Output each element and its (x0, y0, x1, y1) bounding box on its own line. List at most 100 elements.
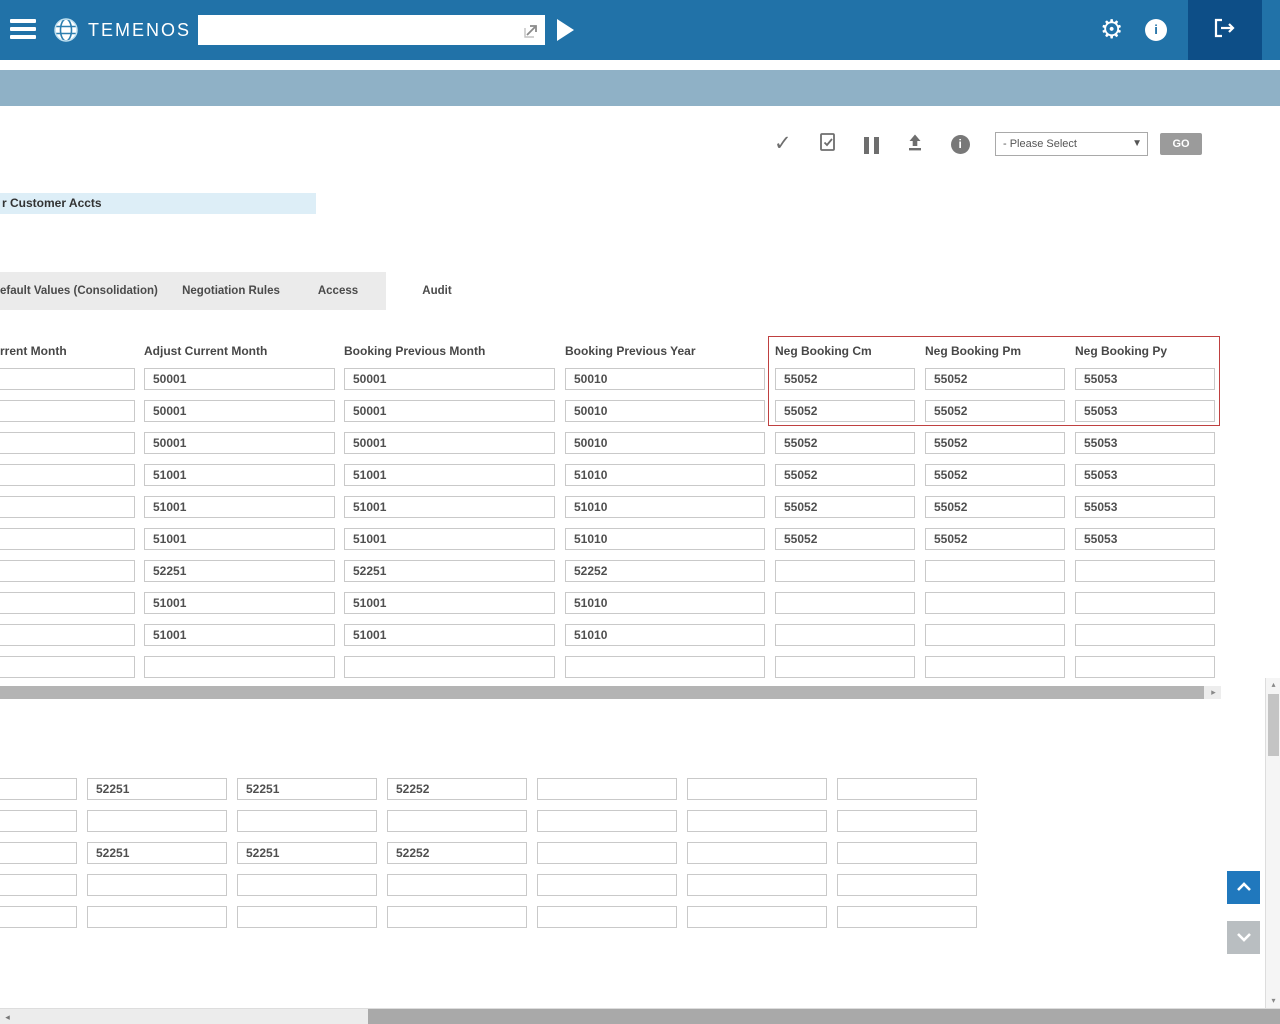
grid1-cell-r7-c1[interactable] (144, 560, 335, 582)
grid1-cell-r6-c1[interactable] (144, 528, 335, 550)
grid2-cell-r4-c3[interactable] (387, 874, 527, 896)
grid2-cell-r1-c6[interactable] (837, 778, 977, 800)
grid1-cell-r1-c0[interactable] (0, 368, 135, 390)
grid1-cell-r6-c5[interactable] (925, 528, 1065, 550)
grid1-cell-r5-c6[interactable] (1075, 496, 1215, 518)
grid1-cell-r8-c6[interactable] (1075, 592, 1215, 614)
grid1-cell-r7-c3[interactable] (565, 560, 765, 582)
grid1-cell-r3-c1[interactable] (144, 432, 335, 454)
upload-icon[interactable] (905, 132, 925, 157)
grid1-cell-r6-c2[interactable] (344, 528, 555, 550)
grid1-cell-r9-c6[interactable] (1075, 624, 1215, 646)
grid1-cell-r3-c6[interactable] (1075, 432, 1215, 454)
grid1-cell-r1-c1[interactable] (144, 368, 335, 390)
tab-audit[interactable]: Audit (386, 272, 488, 310)
grid1-cell-r2-c1[interactable] (144, 400, 335, 422)
scroll-up-icon[interactable]: ▴ (1266, 678, 1280, 692)
grid1-cell-r9-c1[interactable] (144, 624, 335, 646)
grid2-cell-r5-c4[interactable] (537, 906, 677, 928)
grid1-cell-r5-c2[interactable] (344, 496, 555, 518)
grid1-cell-r5-c5[interactable] (925, 496, 1065, 518)
grid2-cell-r1-c2[interactable] (237, 778, 377, 800)
grid1-cell-r3-c4[interactable] (775, 432, 915, 454)
grid1-cell-r10-c6[interactable] (1075, 656, 1215, 678)
grid1-cell-r9-c0[interactable] (0, 624, 135, 646)
grid1-hscroll-thumb[interactable] (0, 686, 1204, 699)
grid1-cell-r9-c2[interactable] (344, 624, 555, 646)
grid2-cell-r3-c1[interactable] (87, 842, 227, 864)
grid1-cell-r9-c5[interactable] (925, 624, 1065, 646)
page-down-button[interactable] (1227, 921, 1260, 954)
command-search-input[interactable] (198, 15, 518, 45)
gear-icon[interactable]: ⚙ (1100, 13, 1123, 45)
grid1-cell-r5-c4[interactable] (775, 496, 915, 518)
grid1-cell-r6-c0[interactable] (0, 528, 135, 550)
grid1-cell-r7-c2[interactable] (344, 560, 555, 582)
tab-default-values-consolidation[interactable]: efault Values (Consolidation) (0, 272, 172, 310)
hold-icon[interactable] (864, 135, 879, 154)
grid1-cell-r10-c5[interactable] (925, 656, 1065, 678)
info-icon[interactable]: i (951, 135, 970, 154)
grid1-cell-r1-c2[interactable] (344, 368, 555, 390)
signoff-button[interactable] (1188, 0, 1262, 60)
grid1-cell-r4-c1[interactable] (144, 464, 335, 486)
grid2-cell-r2-c4[interactable] (537, 810, 677, 832)
scroll-down-icon[interactable]: ▾ (1266, 994, 1280, 1008)
grid1-cell-r1-c3[interactable] (565, 368, 765, 390)
version-select[interactable]: - Please Select ▼ (995, 132, 1148, 156)
grid1-cell-r10-c3[interactable] (565, 656, 765, 678)
tab-negotiation-rules[interactable]: Negotiation Rules (172, 272, 290, 310)
grid1-cell-r8-c5[interactable] (925, 592, 1065, 614)
grid1-cell-r2-c0[interactable] (0, 400, 135, 422)
validate-icon[interactable] (818, 132, 838, 157)
grid1-cell-r9-c4[interactable] (775, 624, 915, 646)
tab-access[interactable]: Access (290, 272, 386, 310)
grid1-cell-r6-c6[interactable] (1075, 528, 1215, 550)
grid1-cell-r1-c5[interactable] (925, 368, 1065, 390)
page-up-button[interactable] (1227, 871, 1260, 904)
grid1-cell-r6-c4[interactable] (775, 528, 915, 550)
vertical-scrollbar[interactable]: ▴ ▾ (1265, 678, 1280, 1008)
grid1-cell-r2-c3[interactable] (565, 400, 765, 422)
grid2-cell-r2-c2[interactable] (237, 810, 377, 832)
grid1-cell-r4-c4[interactable] (775, 464, 915, 486)
grid1-cell-r1-c6[interactable] (1075, 368, 1215, 390)
grid1-cell-r7-c0[interactable] (0, 560, 135, 582)
open-enquiry-icon[interactable] (524, 22, 540, 43)
grid1-cell-r10-c1[interactable] (144, 656, 335, 678)
vscroll-thumb[interactable] (1268, 694, 1279, 756)
bottom-hscroll-thumb[interactable] (368, 1009, 1280, 1024)
grid2-cell-r5-c2[interactable] (237, 906, 377, 928)
grid2-cell-r4-c5[interactable] (687, 874, 827, 896)
info-icon[interactable]: i (1145, 19, 1167, 41)
grid1-cell-r2-c5[interactable] (925, 400, 1065, 422)
grid1-cell-r5-c1[interactable] (144, 496, 335, 518)
grid1-cell-r7-c4[interactable] (775, 560, 915, 582)
grid1-cell-r3-c5[interactable] (925, 432, 1065, 454)
grid1-cell-r8-c3[interactable] (565, 592, 765, 614)
menu-icon[interactable] (10, 19, 36, 41)
go-button[interactable]: GO (1160, 133, 1202, 155)
grid2-cell-r2-c5[interactable] (687, 810, 827, 832)
grid2-cell-r2-c1[interactable] (87, 810, 227, 832)
grid1-cell-r8-c2[interactable] (344, 592, 555, 614)
grid2-cell-r1-c4[interactable] (537, 778, 677, 800)
grid1-cell-r8-c0[interactable] (0, 592, 135, 614)
grid2-cell-r5-c3[interactable] (387, 906, 527, 928)
grid2-cell-r3-c3[interactable] (387, 842, 527, 864)
grid1-cell-r8-c4[interactable] (775, 592, 915, 614)
grid1-horizontal-scrollbar[interactable]: ▸ (0, 686, 1221, 699)
grid1-cell-r10-c4[interactable] (775, 656, 915, 678)
grid1-cell-r3-c0[interactable] (0, 432, 135, 454)
grid1-cell-r2-c6[interactable] (1075, 400, 1215, 422)
grid2-cell-r4-c4[interactable] (537, 874, 677, 896)
grid2-cell-r3-c6[interactable] (837, 842, 977, 864)
grid1-cell-r10-c0[interactable] (0, 656, 135, 678)
grid1-cell-r3-c2[interactable] (344, 432, 555, 454)
grid2-cell-r3-c5[interactable] (687, 842, 827, 864)
grid1-cell-r5-c0[interactable] (0, 496, 135, 518)
grid2-cell-r1-c0[interactable] (0, 778, 77, 800)
grid2-cell-r4-c6[interactable] (837, 874, 977, 896)
grid2-cell-r5-c5[interactable] (687, 906, 827, 928)
grid1-cell-r4-c3[interactable] (565, 464, 765, 486)
